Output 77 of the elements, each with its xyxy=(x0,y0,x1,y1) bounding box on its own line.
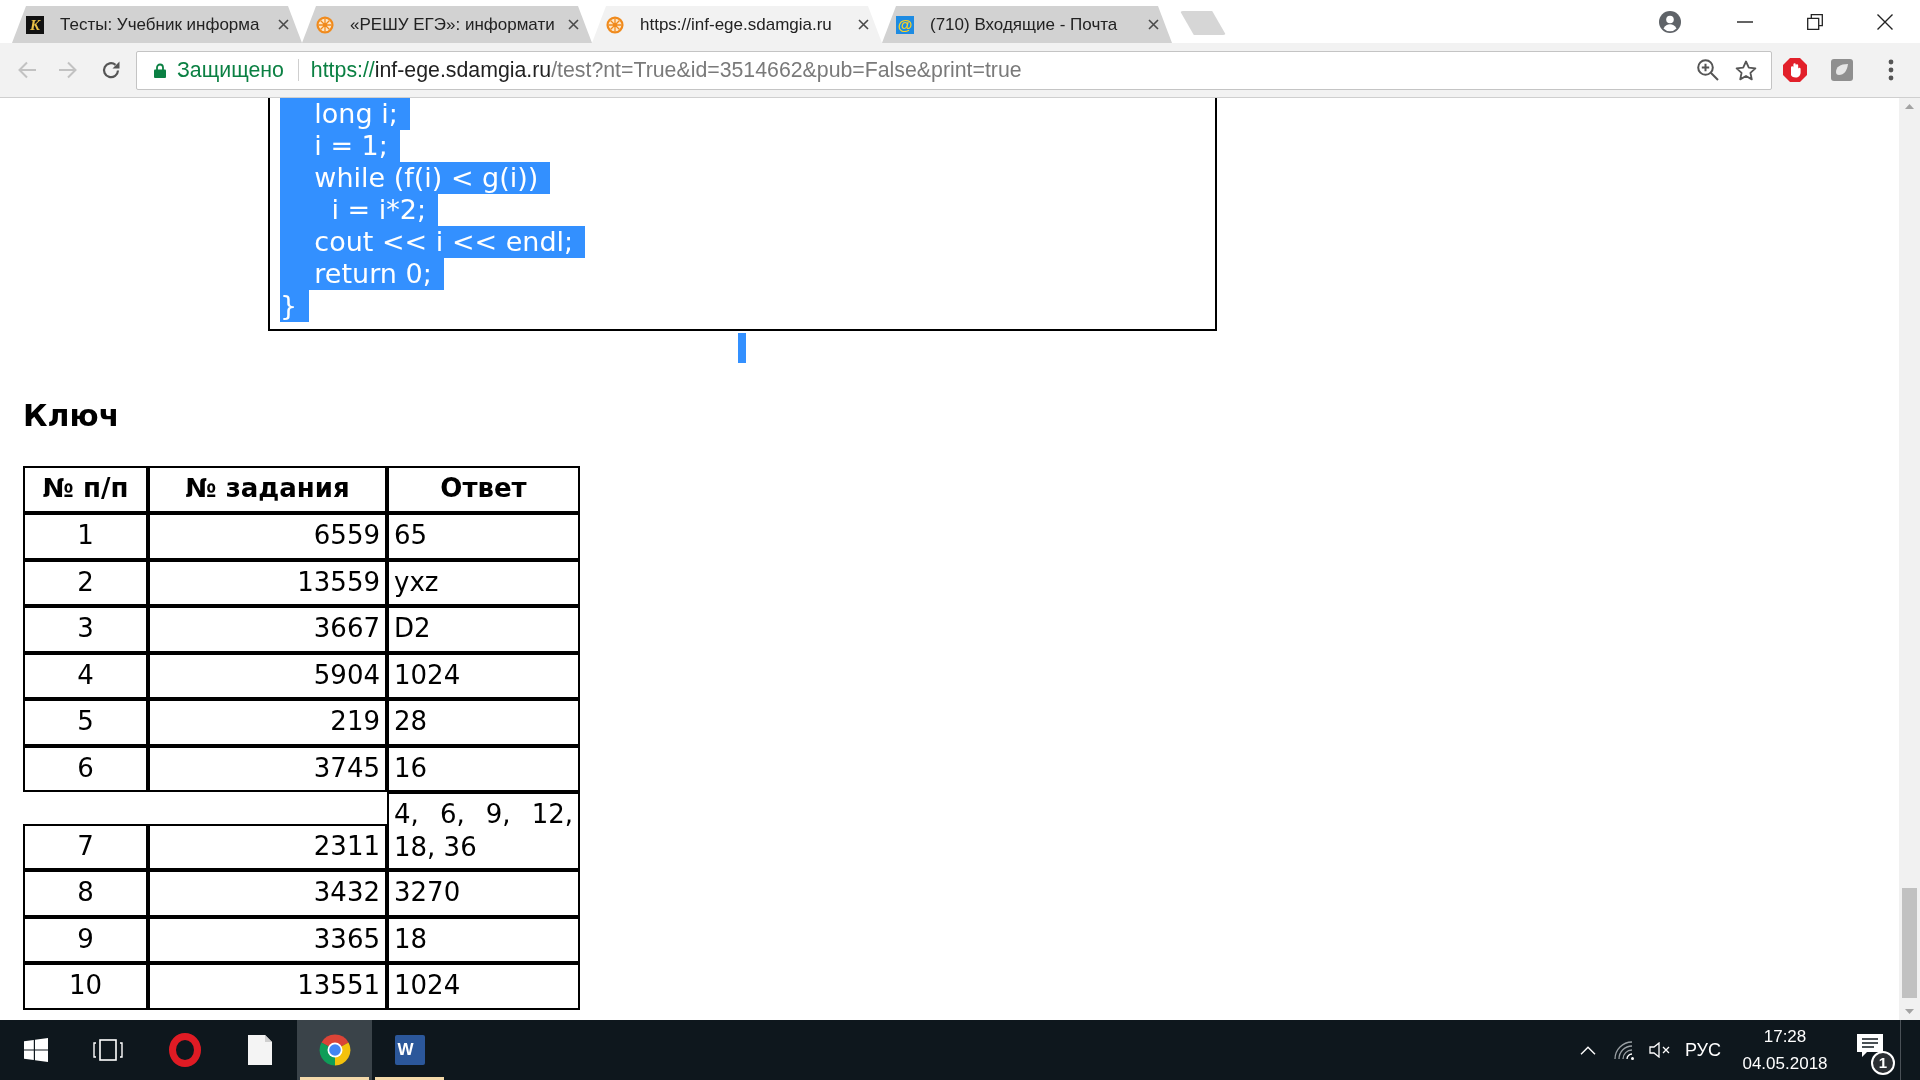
section-heading: Ключ xyxy=(23,398,120,434)
minimize-icon[interactable] xyxy=(1737,20,1753,23)
table-cell: 13559 xyxy=(148,559,387,606)
table-cell: 5 xyxy=(23,699,148,746)
favicon-logo: @ xyxy=(896,15,914,34)
table-cell: 5904 xyxy=(148,652,387,699)
table-cell: 6559 xyxy=(148,513,387,560)
restore-icon[interactable] xyxy=(1807,13,1823,30)
speaker-muted-icon[interactable] xyxy=(1649,1042,1671,1058)
table-cell: 3667 xyxy=(148,606,387,653)
table-cell: 3270 xyxy=(387,870,580,917)
address-bar[interactable]: Защищено https://inf-ege.sdamgia.ru/test?nt=True&id=3514662&pub=False&print=true xyxy=(136,50,1772,90)
zoom-in-icon[interactable] xyxy=(1697,59,1719,81)
window-panes-icon[interactable] xyxy=(24,1038,48,1062)
table-cell: yxz xyxy=(387,559,580,606)
table-cell: 8 xyxy=(23,870,148,917)
scrollbar-thumb[interactable] xyxy=(1902,888,1917,998)
tab-close-icon[interactable] xyxy=(568,19,579,30)
security-label: Защищено xyxy=(177,57,284,83)
table-cell: 2 xyxy=(23,559,148,606)
star-icon[interactable] xyxy=(1735,59,1757,81)
table-cell: 7 xyxy=(23,823,148,870)
column-header: Ответ xyxy=(387,466,580,513)
table-cell: 3745 xyxy=(148,745,387,792)
favicon-logo: K xyxy=(26,15,44,34)
table-cell: 13551 xyxy=(148,963,387,1010)
table-cell: 1 xyxy=(23,513,148,560)
table-cell: 4, 6, 9, 12, 18, 36 xyxy=(387,792,580,870)
wheel-favicon-icon xyxy=(316,15,334,34)
chevron-up-icon[interactable] xyxy=(1580,1045,1596,1055)
table-cell: 65 xyxy=(387,513,580,560)
table-cell: 4 xyxy=(23,652,148,699)
table-cell: 1024 xyxy=(387,652,580,699)
table-cell: 3365 xyxy=(148,916,387,963)
ring-logo-icon xyxy=(168,1033,201,1067)
menu-icon[interactable] xyxy=(1888,59,1894,81)
taskbar-button[interactable]: W xyxy=(372,1020,447,1080)
browser-tab[interactable]: K Тесты: Учебник информа xyxy=(12,6,302,43)
table-cell: D2 xyxy=(387,606,580,653)
table-cell: 10 xyxy=(23,963,148,1010)
tab-close-icon[interactable] xyxy=(1148,19,1159,30)
browser-tab[interactable]: @ (710) Входящие - Почта xyxy=(882,6,1172,43)
tab-close-icon[interactable] xyxy=(858,19,869,30)
table-cell: 18 xyxy=(387,916,580,963)
browser-tab[interactable]: https://inf-ege.sdamgia.ru xyxy=(592,6,882,43)
table-cell: 2311 xyxy=(148,823,387,870)
tab-close-icon[interactable] xyxy=(278,19,289,30)
column-header: № задания xyxy=(148,466,387,513)
table-cell: 28 xyxy=(387,699,580,746)
stop-hand-icon[interactable] xyxy=(1783,58,1807,82)
table-cell: 3 xyxy=(23,606,148,653)
address-url: https://inf-ege.sdamgia.ru/test?nt=True&id=3514662&pub=False&print=true xyxy=(310,57,1022,83)
w-document-icon: W xyxy=(394,1035,425,1065)
lock-icon xyxy=(154,62,166,78)
framed-rectangle-icon[interactable] xyxy=(93,1039,123,1061)
column-header: № п/п xyxy=(23,466,148,513)
blank-document-icon xyxy=(247,1035,272,1065)
profile-icon[interactable] xyxy=(1659,10,1681,33)
wheel-favicon-icon xyxy=(606,15,624,34)
wifi-signal-icon[interactable] xyxy=(1614,1040,1636,1060)
clock-time[interactable]: 17:28 xyxy=(1763,1023,1807,1050)
table-cell: 219 xyxy=(148,699,387,746)
table-cell: 6 xyxy=(23,745,148,792)
table-cell: 9 xyxy=(23,916,148,963)
input-language-indicator[interactable]: РУС xyxy=(1684,1039,1721,1061)
browser-tab[interactable]: «РЕШУ ЕГЭ»: информати xyxy=(302,6,592,43)
table-cell: 1024 xyxy=(387,963,580,1010)
clock-date[interactable]: 04.05.2018 xyxy=(1742,1050,1828,1077)
circle-logo-icon xyxy=(317,1033,352,1067)
close-icon[interactable] xyxy=(1877,13,1893,30)
table-cell: 16 xyxy=(387,745,580,792)
notification-count-badge: 1 xyxy=(1871,1051,1895,1075)
reload-icon[interactable] xyxy=(101,60,121,80)
table-cell: 3432 xyxy=(148,870,387,917)
leaf-tile-icon[interactable] xyxy=(1831,59,1853,81)
taskbar-button[interactable] xyxy=(297,1020,372,1080)
message-bubble-icon[interactable] xyxy=(1857,1034,1883,1058)
